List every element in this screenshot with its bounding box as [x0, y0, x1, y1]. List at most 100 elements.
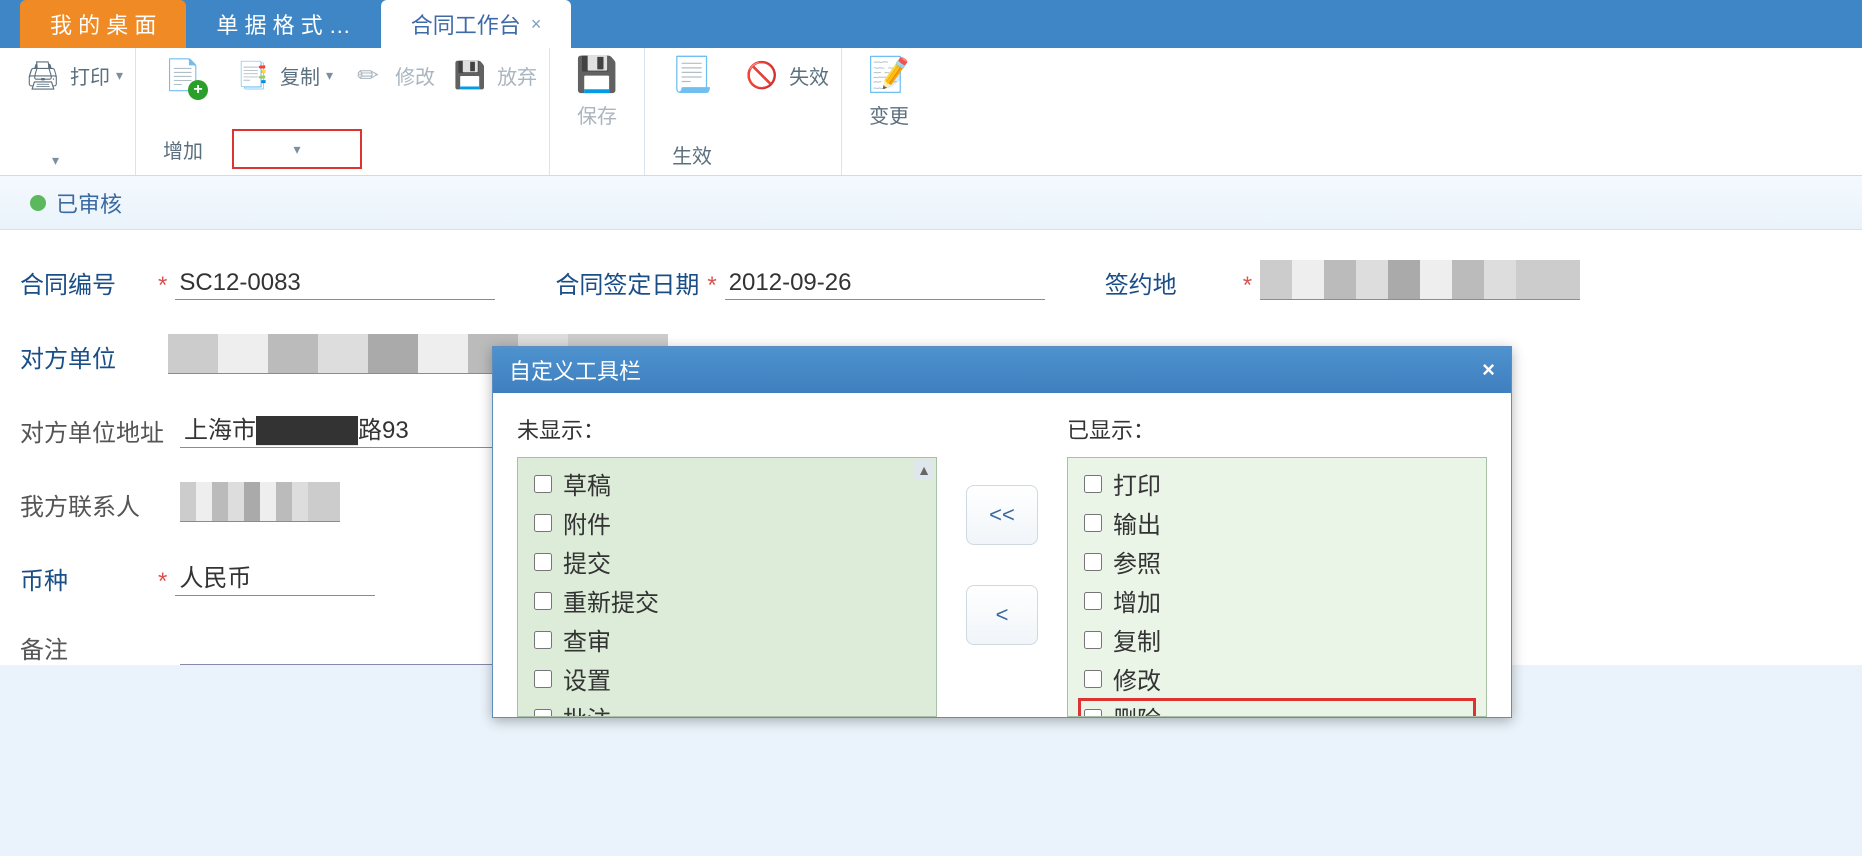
- invalid-button[interactable]: 失效: [741, 54, 829, 96]
- print-icon: [22, 54, 64, 96]
- tab-label: 我 的 桌 面: [50, 8, 156, 40]
- copy-label: 复制: [280, 61, 320, 90]
- list-item: 复制: [1078, 620, 1476, 659]
- toolbar-group-edit: 复制 ▾ 修改 放弃 增加 ▾: [136, 48, 550, 175]
- checkbox[interactable]: [534, 709, 552, 718]
- list-item-label: 参照: [1113, 544, 1161, 579]
- status-bar: 已审核: [0, 176, 1862, 230]
- effect-label: 生效: [657, 140, 727, 169]
- paper-icon: [671, 54, 713, 96]
- list-item: 批注: [528, 698, 926, 717]
- close-icon[interactable]: ×: [531, 14, 542, 35]
- list-item-label: 附件: [563, 505, 611, 540]
- left-listbox[interactable]: ▲ 草稿 附件 提交 重新提交 查审 设置 批注: [517, 457, 937, 717]
- value-our-contact[interactable]: （已隐藏）: [180, 482, 340, 522]
- value-sign-date[interactable]: 2012-09-26: [725, 267, 1045, 300]
- tab-label: 单 据 格 式 …: [216, 8, 350, 40]
- required-mark: *: [158, 568, 167, 596]
- checkbox[interactable]: [534, 514, 552, 532]
- list-item: 参照: [1078, 542, 1476, 581]
- tab-contract-bench[interactable]: 合同工作台 ×: [381, 0, 572, 48]
- checkbox[interactable]: [1084, 553, 1102, 571]
- right-header: 已显示：: [1067, 413, 1487, 445]
- list-item-label: 批注: [563, 700, 611, 717]
- list-item-label: 输出: [1113, 505, 1161, 540]
- checkbox[interactable]: [1084, 514, 1102, 532]
- change-label: 变更: [869, 100, 909, 129]
- save-button[interactable]: 保存: [562, 54, 632, 129]
- list-item: 增加: [1078, 581, 1476, 620]
- label-other-party: 对方单位: [20, 339, 150, 374]
- chevron-down-icon[interactable]: ▾: [116, 67, 123, 84]
- print-button[interactable]: 打印 ▾: [22, 54, 123, 96]
- label-sign-date: 合同签定日期: [555, 265, 699, 300]
- toolbar: 打印 ▾ ▾ 复制 ▾ 修改 放弃 增加: [0, 48, 1862, 176]
- list-item-label: 设置: [563, 661, 611, 696]
- label-our-contact: 我方联系人: [20, 487, 180, 522]
- status-dot-icon: [30, 195, 46, 211]
- label-sign-place: 签约地: [1105, 265, 1235, 300]
- checkbox[interactable]: [534, 475, 552, 493]
- chevron-down-icon[interactable]: ▾: [326, 67, 333, 84]
- list-item: 附件: [528, 503, 926, 542]
- list-item: 修改: [1078, 659, 1476, 698]
- change-button[interactable]: 变更: [854, 54, 924, 129]
- required-mark: *: [1243, 272, 1252, 300]
- checkbox[interactable]: [534, 670, 552, 688]
- tab-bill-format[interactable]: 单 据 格 式 …: [186, 0, 380, 48]
- checkbox[interactable]: [1084, 475, 1102, 493]
- status-text: 已审核: [56, 187, 122, 219]
- move-all-left-button[interactable]: <<: [966, 485, 1038, 545]
- dialog-transfer-buttons: << <: [957, 413, 1047, 717]
- list-item: 打印: [1078, 464, 1476, 503]
- checkbox[interactable]: [1084, 709, 1102, 718]
- list-item-label: 提交: [563, 544, 611, 579]
- dialog-left-column: 未显示： ▲ 草稿 附件 提交 重新提交 查审 设置 批注: [517, 413, 937, 717]
- save-icon: [576, 54, 618, 96]
- list-item-label: 草稿: [563, 466, 611, 501]
- save-label: 保存: [577, 100, 617, 129]
- pencil-icon: [347, 54, 389, 96]
- chevron-down-icon[interactable]: ▾: [52, 152, 59, 169]
- checkbox[interactable]: [534, 592, 552, 610]
- checkbox[interactable]: [1084, 592, 1102, 610]
- list-item-label: 修改: [1113, 661, 1161, 696]
- copy-button[interactable]: 复制 ▾: [232, 54, 333, 96]
- tab-label: 合同工作台: [411, 8, 521, 40]
- value-contract-no[interactable]: SC12-0083: [175, 267, 495, 300]
- close-icon[interactable]: ×: [1482, 357, 1495, 383]
- add-button[interactable]: [148, 54, 218, 96]
- checkbox[interactable]: [1084, 670, 1102, 688]
- value-sign-place[interactable]: （已隐藏）: [1260, 260, 1580, 300]
- value-currency[interactable]: 人民币: [175, 556, 375, 596]
- highlighted-dropdown[interactable]: ▾: [232, 129, 362, 169]
- list-item-label: 删除: [1113, 700, 1161, 717]
- list-item: 提交: [528, 542, 926, 581]
- checkbox[interactable]: [1084, 631, 1102, 649]
- tab-desktop[interactable]: 我 的 桌 面: [20, 0, 186, 48]
- effect-button[interactable]: [657, 54, 727, 96]
- toolbar-group-effect: 失效 生效: [645, 48, 842, 175]
- toolbar-group-print: 打印 ▾ ▾: [10, 48, 136, 175]
- dialog-titlebar[interactable]: 自定义工具栏 ×: [493, 347, 1511, 393]
- dialog-right-column: 已显示： 打印 输出 参照 增加 复制 修改 删除: [1067, 413, 1487, 717]
- checkbox[interactable]: [534, 553, 552, 571]
- invalid-label: 失效: [789, 61, 829, 90]
- list-item-label: 复制: [1113, 622, 1161, 657]
- add-label: 增加: [148, 135, 218, 164]
- edit-icon: [868, 54, 910, 96]
- left-header: 未显示：: [517, 413, 937, 445]
- discard-label: 放弃: [497, 61, 537, 90]
- discard-button[interactable]: 放弃: [449, 54, 537, 96]
- list-item: 设置: [528, 659, 926, 698]
- disk-icon: [449, 54, 491, 96]
- scroll-up-icon[interactable]: ▲: [914, 460, 934, 480]
- right-listbox[interactable]: 打印 输出 参照 增加 复制 修改 删除: [1067, 457, 1487, 717]
- modify-button[interactable]: 修改: [347, 54, 435, 96]
- required-mark: *: [707, 272, 716, 300]
- checkbox[interactable]: [534, 631, 552, 649]
- move-left-button[interactable]: <: [966, 585, 1038, 645]
- list-item-label: 重新提交: [563, 583, 659, 618]
- required-mark: *: [158, 272, 167, 300]
- customize-toolbar-dialog: 自定义工具栏 × 未显示： ▲ 草稿 附件 提交 重新提交 查审 设置 批注 <…: [492, 346, 1512, 718]
